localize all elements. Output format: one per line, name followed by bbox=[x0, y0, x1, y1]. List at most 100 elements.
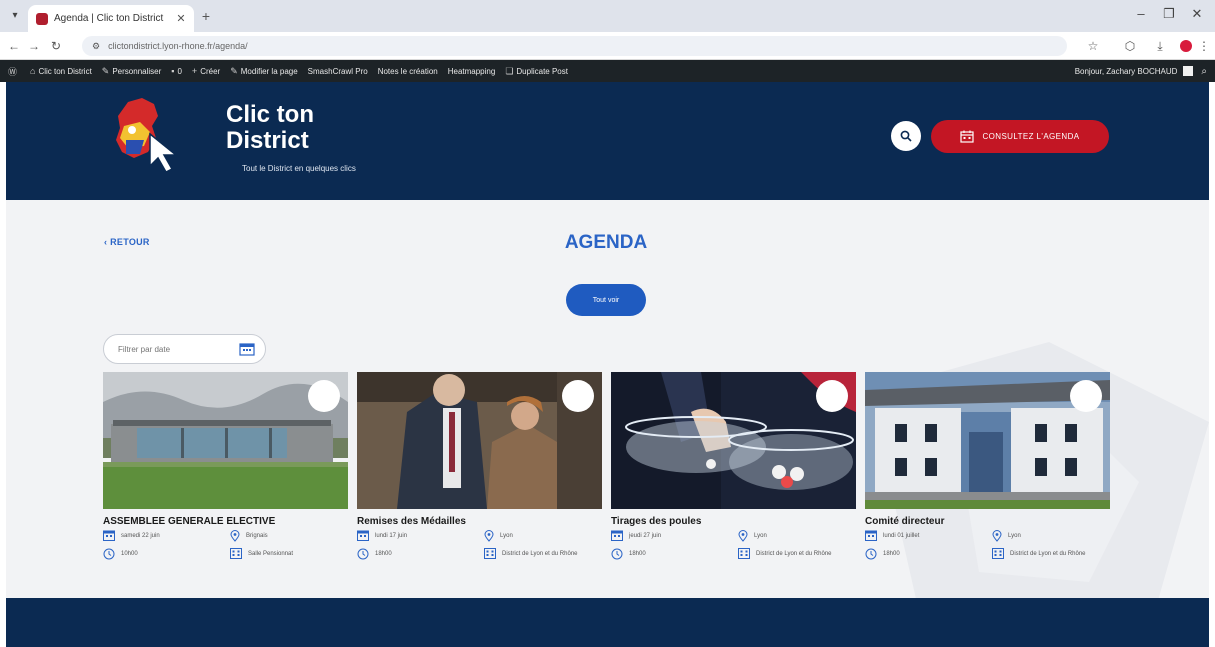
admin-new[interactable]: + Créer bbox=[192, 66, 220, 76]
extensions-icon[interactable]: ⬡ bbox=[1122, 39, 1138, 53]
wordpress-logo-icon[interactable]: Ⓦ bbox=[8, 65, 20, 78]
event-date: lundi 17 juin bbox=[357, 530, 407, 541]
favorite-toggle[interactable] bbox=[1070, 380, 1102, 412]
favorite-toggle[interactable] bbox=[562, 380, 594, 412]
search-button[interactable] bbox=[891, 121, 921, 151]
event-venue: District de Lyon et du Rhône bbox=[992, 548, 1086, 559]
favorite-toggle[interactable] bbox=[308, 380, 340, 412]
new-tab-icon[interactable]: + bbox=[198, 8, 214, 24]
site-info-icon[interactable]: ⚙ bbox=[92, 41, 100, 52]
building-icon bbox=[230, 548, 242, 559]
event-date: lundi 01 juillet bbox=[865, 530, 919, 541]
search-icon bbox=[900, 130, 912, 142]
page-title: AGENDA bbox=[564, 232, 648, 253]
location-pin-icon bbox=[484, 530, 494, 542]
browser-menu-icon[interactable]: ⋮ bbox=[1196, 39, 1212, 53]
site-viewport: Clic ton District Tout le District en qu… bbox=[6, 82, 1209, 647]
event-time: 18h00 bbox=[611, 548, 646, 560]
admin-notes[interactable]: Notes le création bbox=[378, 67, 438, 76]
event-image[interactable] bbox=[103, 372, 348, 509]
location-pin-icon bbox=[738, 530, 748, 542]
plus-icon: + bbox=[191, 66, 198, 76]
admin-heatmapping[interactable]: Heatmapping bbox=[448, 67, 496, 76]
downloads-icon[interactable]: ⤓ bbox=[1152, 39, 1168, 53]
event-venue: District de Lyon et du Rhône bbox=[738, 548, 832, 559]
calendar-icon bbox=[960, 130, 975, 143]
favorite-toggle[interactable] bbox=[816, 380, 848, 412]
duplicate-icon: ❏ bbox=[505, 65, 514, 76]
tab-title: Agenda | Clic ton District bbox=[54, 13, 164, 24]
close-tab-icon[interactable]: ✕ bbox=[174, 12, 188, 25]
event-card[interactable]: Comité directeur lundi 01 juillet Lyon 1… bbox=[865, 372, 1110, 582]
event-image[interactable] bbox=[357, 372, 602, 509]
event-time: 18h00 bbox=[865, 548, 900, 560]
pencil-icon: ✎ bbox=[230, 65, 238, 76]
event-time: 10h00 bbox=[103, 548, 138, 560]
browser-tab-agenda[interactable]: Agenda | Clic ton District ✕ bbox=[28, 5, 194, 32]
cta-label: CONSULTEZ L'AGENDA bbox=[982, 132, 1080, 141]
wp-admin-bar: Ⓦ ⌂ Clic ton District ✎ Personnaliser ▪ 0 +… bbox=[0, 60, 1215, 82]
profile-avatar[interactable] bbox=[1180, 40, 1192, 52]
address-bar-row: ← → ↻ ⚙ clictondistrict.lyon-rhone.fr/ag… bbox=[0, 32, 1215, 60]
site-tagline: Tout le District en quelques clics bbox=[242, 164, 356, 173]
event-image[interactable] bbox=[865, 372, 1110, 509]
forward-arrow-icon[interactable]: → bbox=[26, 39, 42, 53]
admin-comments[interactable]: ▪ 0 bbox=[171, 66, 182, 76]
event-venue: Salle Pensionnat bbox=[230, 548, 293, 559]
reload-icon[interactable]: ↻ bbox=[48, 39, 64, 53]
location-pin-icon bbox=[992, 530, 1002, 542]
event-title[interactable]: Tirages des poules bbox=[611, 516, 701, 527]
tab-list-icon[interactable]: ▾ bbox=[6, 8, 24, 24]
date-filter-input[interactable] bbox=[118, 344, 228, 354]
site-title[interactable]: Clic ton District bbox=[226, 102, 426, 154]
calendar-icon bbox=[103, 530, 115, 541]
event-card[interactable]: Tirages des poules jeudi 27 juin Lyon 18… bbox=[611, 372, 856, 582]
event-place: Lyon bbox=[992, 530, 1021, 542]
building-icon bbox=[484, 548, 496, 559]
admin-smashcrawl[interactable]: SmashCrawl Pro bbox=[308, 67, 368, 76]
consult-agenda-button[interactable]: CONSULTEZ L'AGENDA bbox=[931, 120, 1109, 153]
url-field[interactable]: ⚙ clictondistrict.lyon-rhone.fr/agenda/ bbox=[82, 36, 1067, 56]
calendar-icon bbox=[357, 530, 369, 541]
browser-tab-bar: ▾ Agenda | Clic ton District ✕ + – ❐ ✕ bbox=[0, 0, 1215, 32]
event-card[interactable]: Remises des Médailles lundi 17 juin Lyon… bbox=[357, 372, 602, 582]
admin-edit-page[interactable]: ✎ Modifier la page bbox=[230, 66, 297, 77]
event-image[interactable] bbox=[611, 372, 856, 509]
district-logo-icon[interactable] bbox=[110, 96, 192, 174]
event-title[interactable]: Remises des Médailles bbox=[357, 516, 466, 527]
admin-duplicate-post[interactable]: ❏ Duplicate Post bbox=[505, 66, 568, 77]
admin-greeting[interactable]: Bonjour, Zachary BOCHAUD bbox=[1075, 67, 1178, 76]
restore-icon[interactable]: ❐ bbox=[1158, 6, 1180, 22]
event-title[interactable]: Comité directeur bbox=[865, 516, 944, 527]
admin-customize[interactable]: ✎ Personnaliser bbox=[102, 66, 161, 77]
url-text: clictondistrict.lyon-rhone.fr/agenda/ bbox=[108, 41, 248, 51]
event-place: Lyon bbox=[484, 530, 513, 542]
building-icon bbox=[992, 548, 1004, 559]
close-window-icon[interactable]: ✕ bbox=[1186, 6, 1208, 22]
event-title[interactable]: ASSEMBLEE GENERALE ELECTIVE bbox=[103, 516, 275, 527]
home-icon: ⌂ bbox=[30, 66, 36, 76]
site-title-line1: Clic ton bbox=[226, 101, 314, 128]
calendar-icon[interactable] bbox=[239, 342, 255, 356]
event-place: Lyon bbox=[738, 530, 767, 542]
calendar-icon bbox=[611, 530, 623, 541]
building-icon bbox=[738, 548, 750, 559]
event-date: samedi 22 juin bbox=[103, 530, 160, 541]
event-venue: District de Lyon et du Rhône bbox=[484, 548, 578, 559]
clock-icon bbox=[357, 548, 369, 560]
admin-site-name[interactable]: ⌂ Clic ton District bbox=[30, 66, 92, 76]
bookmark-star-icon[interactable]: ☆ bbox=[1085, 39, 1101, 53]
back-arrow-icon[interactable]: ← bbox=[6, 39, 22, 53]
site-title-line2: District bbox=[226, 127, 309, 154]
back-link[interactable]: ‹ RETOUR bbox=[104, 237, 150, 247]
event-card[interactable]: ASSEMBLEE GENERALE ELECTIVE samedi 22 ju… bbox=[103, 372, 348, 582]
view-all-button[interactable]: Tout voir bbox=[566, 284, 646, 316]
date-filter[interactable] bbox=[103, 334, 266, 364]
minimize-icon[interactable]: – bbox=[1130, 6, 1152, 21]
admin-search-icon[interactable]: ⌕ bbox=[1201, 66, 1207, 77]
admin-avatar[interactable] bbox=[1183, 66, 1194, 76]
clock-icon bbox=[103, 548, 115, 560]
clock-icon bbox=[865, 548, 877, 560]
location-pin-icon bbox=[230, 530, 240, 542]
clock-icon bbox=[611, 548, 623, 560]
